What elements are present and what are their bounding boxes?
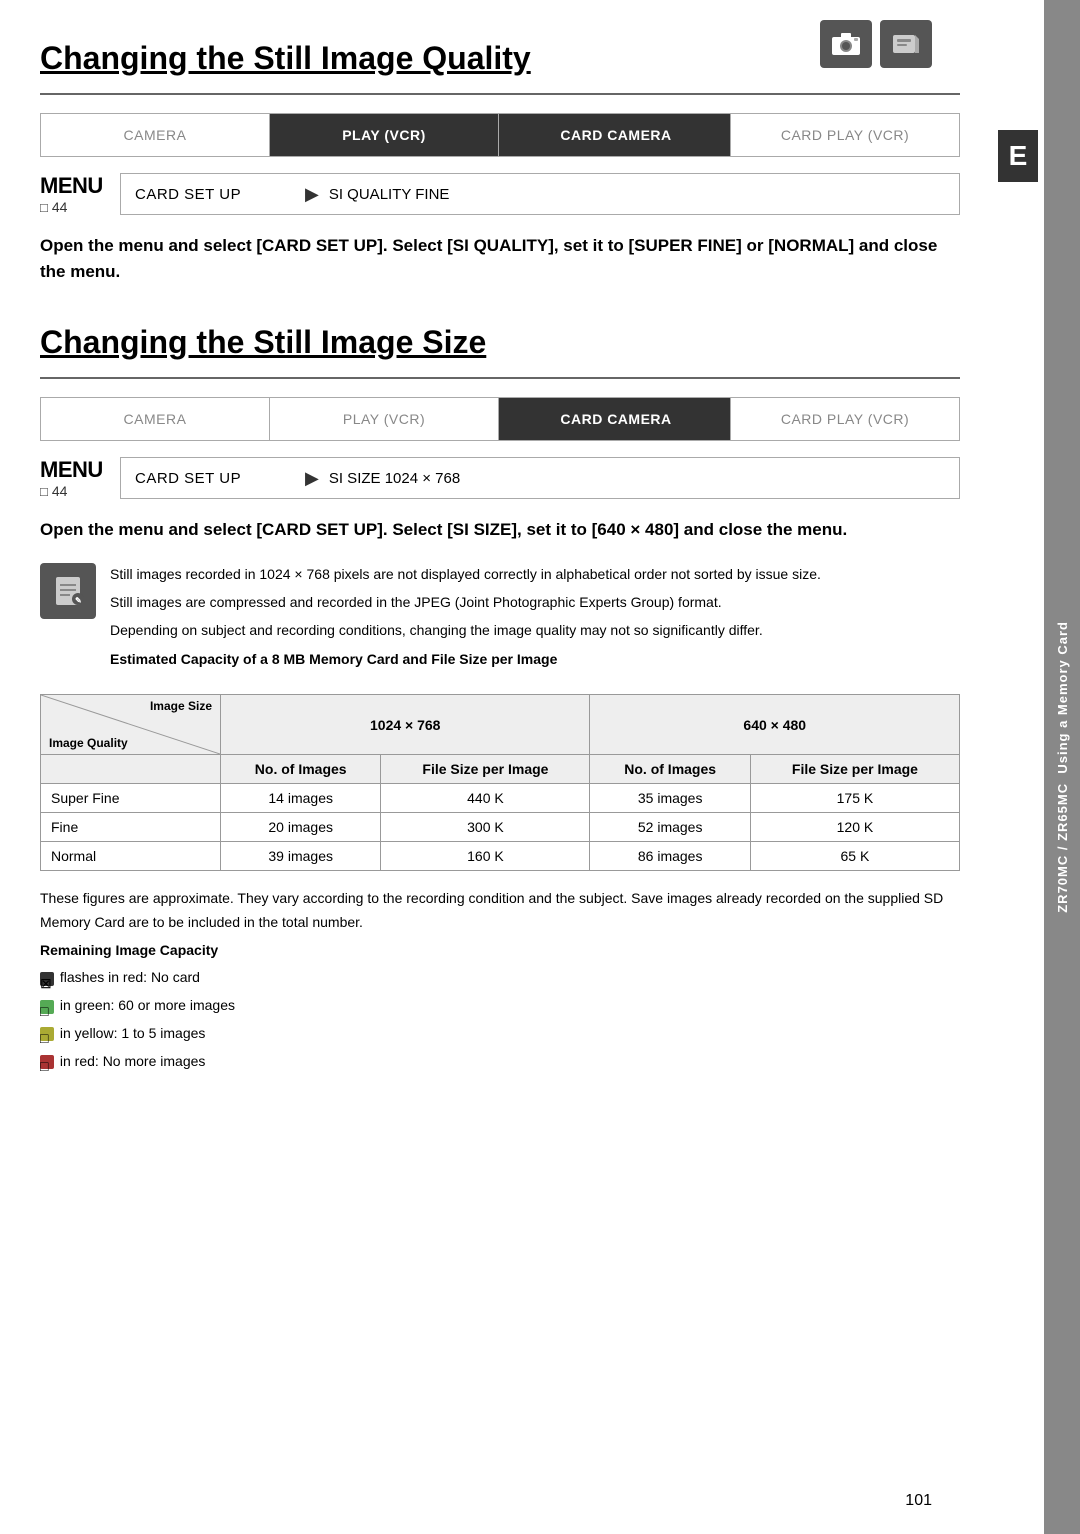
top-icons-area [820, 20, 932, 68]
note-line1: Still images recorded in 1024 × 768 pixe… [110, 563, 960, 585]
bottom-para1: These figures are approximate. They vary… [40, 887, 960, 935]
tab-card-play-1[interactable]: CARD PLAY (VCR) [731, 114, 959, 156]
table-row: Fine 20 images 300 K 52 images 120 K [41, 813, 960, 842]
table-row: Super Fine 14 images 440 K 35 images 175… [41, 784, 960, 813]
camera-icon [820, 20, 872, 68]
capacity-table: Image Size Image Quality 1024 × 768 640 … [40, 694, 960, 871]
bottom-yellow: □ in yellow: 1 to 5 images [40, 1022, 960, 1046]
remaining-label: Remaining Image Capacity [40, 942, 218, 958]
book-icon-1: □ [40, 200, 48, 215]
card-icon [880, 20, 932, 68]
section2-title: Changing the Still Image Size [40, 312, 960, 361]
row-n1024-2: 39 images [221, 842, 381, 871]
row-quality-1: Fine [41, 813, 221, 842]
tab-bar-1: CAMERA PLAY (VCR) CARD CAMERA CARD PLAY … [40, 113, 960, 157]
tab-bar-2: CAMERA PLAY (VCR) CARD CAMERA CARD PLAY … [40, 397, 960, 441]
bottom-text: These figures are approximate. They vary… [40, 887, 960, 1074]
menu-text-1: MENU [40, 173, 103, 199]
row-f1024-1: 300 K [381, 813, 590, 842]
row-quality-2: Normal [41, 842, 221, 871]
main-content: Changing the Still Image Quality CAMERA … [0, 0, 992, 1534]
diag-top-label: Image Size [150, 699, 212, 713]
bottom-flash: ⊠ flashes in red: No card [40, 966, 960, 990]
row-n1024-1: 20 images [221, 813, 381, 842]
menu-value-1: SI QUALITY FINE [329, 186, 450, 203]
row-n640-0: 35 images [590, 784, 750, 813]
table-diagonal-header: Image Size Image Quality [41, 695, 221, 755]
menu-row-2: MENU □ 44 CARD SET UP ▶ SI SIZE 1024 × 7… [40, 457, 960, 499]
table-subheader-n1024: No. of Images [221, 755, 381, 784]
note-box: ✎ Still images recorded in 1024 × 768 pi… [40, 563, 960, 677]
note-line4: Estimated Capacity of a 8 MB Memory Card… [110, 651, 557, 667]
bottom-green: □ in green: 60 or more images [40, 994, 960, 1018]
col-header-1024: 1024 × 768 [221, 695, 590, 755]
page-number: 101 [905, 1492, 932, 1510]
row-n640-2: 86 images [590, 842, 750, 871]
book-icon-2: □ [40, 484, 48, 499]
menu-arrow-1: ▶ [305, 184, 319, 205]
menu-arrow-2: ▶ [305, 468, 319, 489]
tab-play-vcr-1[interactable]: PLAY (VCR) [270, 114, 499, 156]
menu-content-2: CARD SET UP ▶ SI SIZE 1024 × 768 [120, 457, 960, 499]
indicator-green: □ [40, 1000, 54, 1014]
tab-card-play-2[interactable]: CARD PLAY (VCR) [731, 398, 959, 440]
tab-card-camera-2[interactable]: CARD CAMERA [502, 398, 731, 440]
svg-text:✎: ✎ [75, 596, 82, 605]
tab-card-camera-1[interactable]: CARD CAMERA [502, 114, 731, 156]
menu-label-2: MENU □ 44 [40, 457, 120, 499]
row-f640-1: 120 K [750, 813, 959, 842]
row-f1024-0: 440 K [381, 784, 590, 813]
note-text: Still images recorded in 1024 × 768 pixe… [110, 563, 960, 677]
indicator-flash: ⊠ [40, 972, 54, 986]
table-subheader-f1024: File Size per Image [381, 755, 590, 784]
menu-row-1: MENU □ 44 CARD SET UP ▶ SI QUALITY FINE [40, 173, 960, 215]
row-quality-0: Super Fine [41, 784, 221, 813]
section1-body: Open the menu and select [CARD SET UP]. … [40, 233, 960, 284]
row-f640-2: 65 K [750, 842, 959, 871]
section2-body: Open the menu and select [CARD SET UP]. … [40, 517, 960, 543]
menu-page-1: □ 44 [40, 199, 67, 215]
col-header-640: 640 × 480 [590, 695, 960, 755]
table-row: Normal 39 images 160 K 86 images 65 K [41, 842, 960, 871]
menu-value-2: SI SIZE 1024 × 768 [329, 470, 460, 487]
diag-bottom-label: Image Quality [49, 736, 128, 750]
tab-camera-2[interactable]: CAMERA [41, 398, 270, 440]
indicator-yellow: □ [40, 1027, 54, 1041]
table-subheader-f640: File Size per Image [750, 755, 959, 784]
menu-content-1: CARD SET UP ▶ SI QUALITY FINE [120, 173, 960, 215]
note-icon: ✎ [40, 563, 96, 619]
menu-label-1: MENU □ 44 [40, 173, 120, 215]
row-f1024-2: 160 K [381, 842, 590, 871]
table-header-quality [41, 755, 221, 784]
sidebar-right-text: ZR70MC / ZR65MC Using a Memory Card [1055, 621, 1070, 913]
bottom-red: □ in red: No more images [40, 1050, 960, 1074]
note-line2: Still images are compressed and recorded… [110, 591, 960, 613]
table-subheader-n640: No. of Images [590, 755, 750, 784]
tab-play-vcr-2[interactable]: PLAY (VCR) [270, 398, 499, 440]
menu-text-2: MENU [40, 457, 103, 483]
sidebar-e: E [992, 0, 1044, 1534]
menu-item-label-1: CARD SET UP [135, 186, 295, 203]
row-n1024-0: 14 images [221, 784, 381, 813]
menu-page-2: □ 44 [40, 483, 67, 499]
note-line3: Depending on subject and recording condi… [110, 619, 960, 641]
indicator-red: □ [40, 1055, 54, 1069]
section2: Changing the Still Image Size CAMERA PLA… [40, 312, 960, 543]
tab-camera-1[interactable]: CAMERA [41, 114, 270, 156]
menu-item-label-2: CARD SET UP [135, 470, 295, 487]
e-badge: E [998, 130, 1038, 182]
row-n640-1: 52 images [590, 813, 750, 842]
row-f640-0: 175 K [750, 784, 959, 813]
sidebar-right: ZR70MC / ZR65MC Using a Memory Card [1044, 0, 1080, 1534]
